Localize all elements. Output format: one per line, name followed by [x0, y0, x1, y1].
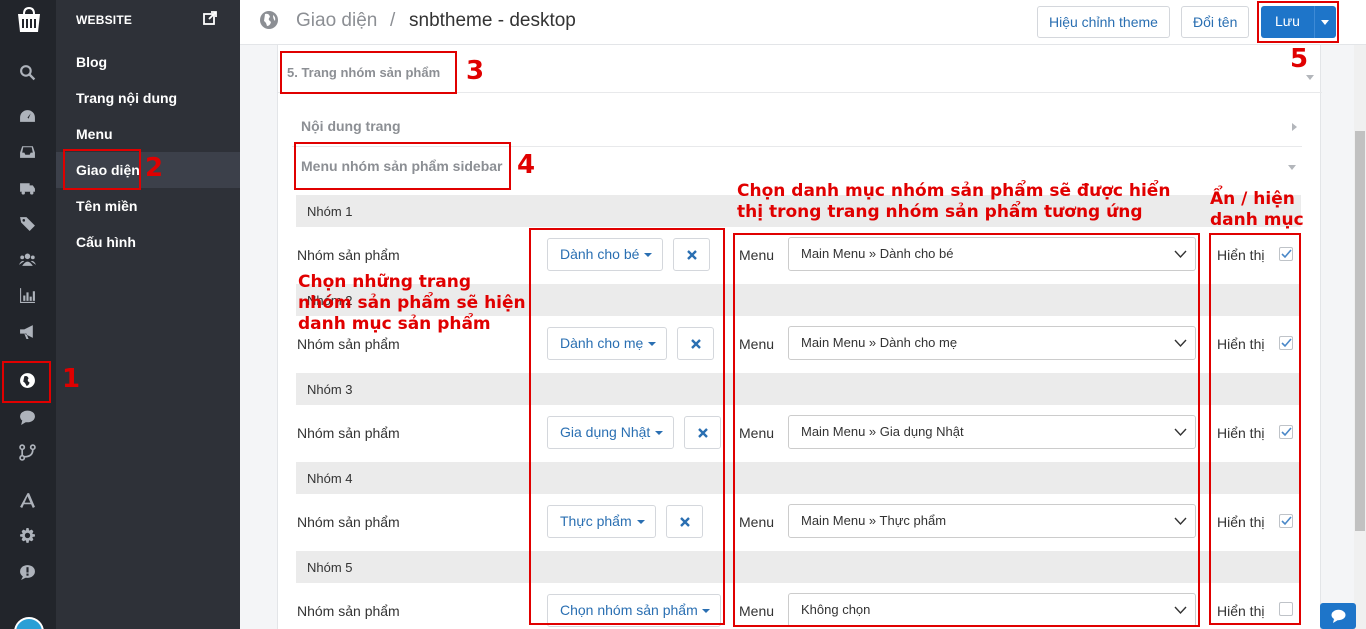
annotation-box-visibility	[1209, 233, 1301, 625]
chat-bubble-icon	[1331, 609, 1346, 623]
group-title: Nhóm 5	[307, 560, 353, 575]
support-icon[interactable]	[16, 561, 38, 583]
annotation-note-toggle: Ẩn / hiện danh mục	[1210, 189, 1304, 230]
website-sidebar: WEBSITE Blog Trang nội dung Menu Giao di…	[56, 0, 240, 629]
dashboard-icon[interactable]	[16, 105, 38, 127]
sidebar-header: WEBSITE	[76, 13, 133, 27]
rename-button[interactable]: Đổi tên	[1181, 6, 1250, 38]
breadcrumb-separator: /	[390, 10, 396, 31]
group-title: Nhóm 3	[307, 382, 353, 397]
section-collapse-icon[interactable]	[1306, 75, 1314, 80]
inbox-icon[interactable]	[16, 140, 38, 162]
annotation-box-dropdowns	[529, 228, 725, 625]
annotation-box-2	[63, 149, 141, 190]
annotation-number-4: 4	[517, 150, 536, 180]
annotation-number-2: 2	[145, 153, 164, 183]
annotation-number-3: 3	[466, 56, 485, 86]
annotation-box-menus	[733, 233, 1200, 627]
store-logo-icon[interactable]	[14, 6, 44, 36]
live-chat-button[interactable]	[1320, 603, 1356, 629]
app-store-icon[interactable]	[16, 489, 38, 511]
annotation-note-menu: Chọn danh mục nhóm sản phẩm sẽ được hiển…	[737, 181, 1171, 222]
top-bar: Giao diện / snbtheme - desktop Hiệu chỉn…	[240, 0, 1366, 45]
sidebar-item-pages[interactable]: Trang nội dung	[56, 80, 240, 116]
annotation-number-1: 1	[62, 364, 81, 394]
annotation-box-3	[280, 51, 457, 94]
page-title: snbtheme - desktop	[409, 10, 576, 31]
annotation-note-pages: Chọn những trang nhóm sản phẩm sẽ hiện d…	[298, 272, 526, 334]
settings-gear-icon[interactable]	[16, 525, 38, 547]
customers-icon[interactable]	[16, 248, 38, 270]
chat-icon[interactable]	[16, 406, 38, 428]
reports-icon[interactable]	[16, 284, 38, 306]
globe-icon	[260, 11, 278, 29]
sidebar-item-settings[interactable]: Cấu hình	[56, 224, 240, 260]
scrollbar-thumb[interactable]	[1355, 131, 1365, 531]
row-label: Nhóm sản phẩm	[297, 336, 400, 352]
apps-flow-icon[interactable]	[16, 441, 38, 463]
annotation-box-5	[1257, 1, 1339, 43]
external-link-icon[interactable]	[203, 11, 217, 25]
truck-icon[interactable]	[16, 176, 38, 198]
icon-rail	[0, 0, 56, 629]
chevron-right-icon[interactable]	[1292, 123, 1297, 131]
chevron-down-icon[interactable]	[1288, 165, 1296, 170]
row-label: Nhóm sản phẩm	[297, 603, 400, 619]
search-icon[interactable]	[16, 61, 38, 83]
tag-icon[interactable]	[16, 212, 38, 234]
sidebar-item-domains[interactable]: Tên miền	[56, 188, 240, 224]
group-title: Nhóm 4	[307, 471, 353, 486]
group-title: Nhóm 1	[307, 204, 353, 219]
avatar[interactable]	[14, 617, 44, 629]
row-label: Nhóm sản phẩm	[297, 514, 400, 530]
annotation-box-1	[2, 361, 51, 403]
subsection-page-content[interactable]: Nội dung trang	[301, 118, 401, 134]
annotation-box-4	[294, 142, 511, 190]
edit-theme-button[interactable]: Hiệu chỉnh theme	[1037, 6, 1170, 38]
sidebar-item-blog[interactable]: Blog	[56, 44, 240, 80]
megaphone-icon[interactable]	[16, 320, 38, 342]
row-label: Nhóm sản phẩm	[297, 247, 400, 263]
annotation-number-5: 5	[1290, 44, 1309, 74]
breadcrumb-root[interactable]: Giao diện	[296, 10, 377, 32]
sidebar-item-menu[interactable]: Menu	[56, 116, 240, 152]
row-label: Nhóm sản phẩm	[297, 425, 400, 441]
